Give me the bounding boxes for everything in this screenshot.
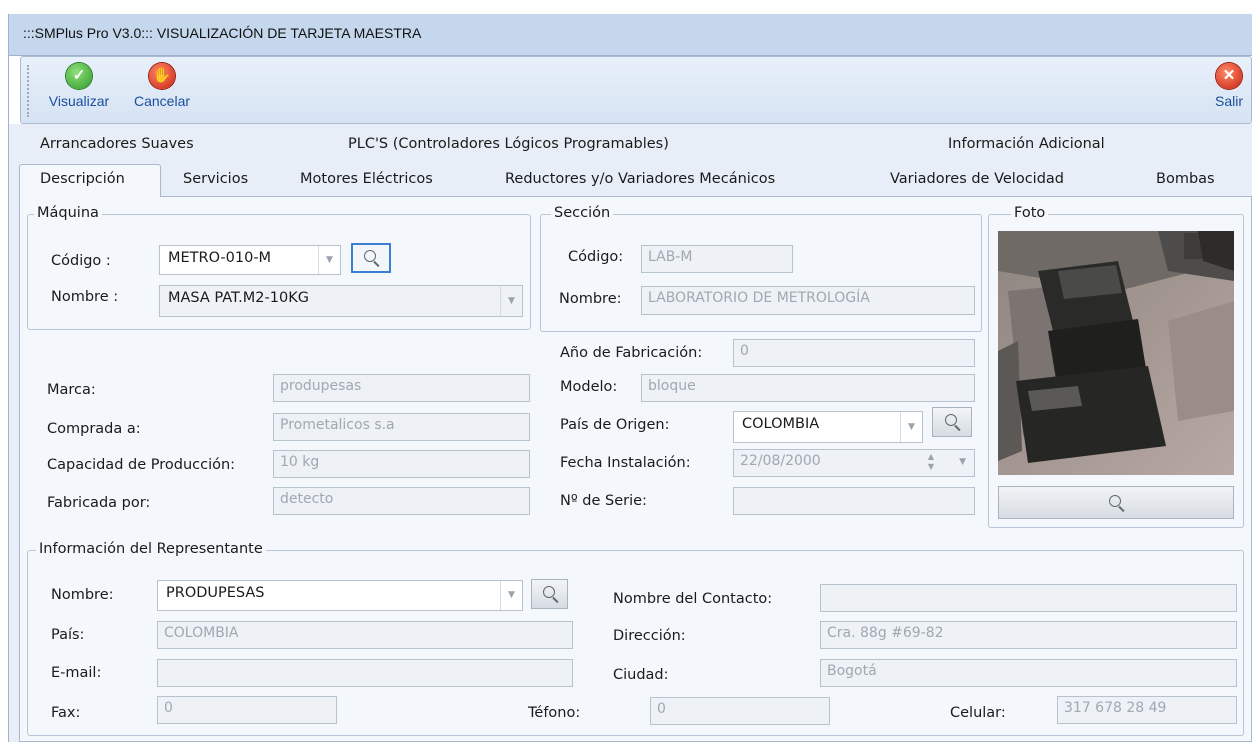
- seccion-group-label: Sección: [551, 205, 614, 221]
- anio-label: Año de Fabricación:: [560, 345, 703, 361]
- rep-email-label: E-mail:: [51, 665, 102, 681]
- chevron-down-icon[interactable]: ▼: [500, 581, 522, 610]
- rep-ciudad-label: Ciudad:: [613, 667, 669, 683]
- foto-search-button[interactable]: [998, 486, 1234, 519]
- tab-arrancadores-suaves[interactable]: Arrancadores Suaves: [40, 136, 194, 152]
- rep-pais-label: País:: [51, 627, 85, 643]
- pais-origen-select[interactable]: COLOMBIA ▼: [733, 411, 923, 443]
- fecha-instalacion-value: 22/08/2000: [740, 453, 821, 469]
- rep-search-button[interactable]: [531, 579, 568, 609]
- serie-label: Nº de Serie:: [560, 493, 647, 509]
- rep-fax-field[interactable]: 0: [157, 696, 337, 724]
- title-bar: :::SMPlus Pro V3.0::: VISUALIZACIÓN DE T…: [9, 14, 1252, 56]
- rep-nombre-value: PRODUPESAS: [166, 585, 265, 601]
- seccion-codigo-label: Código:: [568, 249, 624, 265]
- chevron-down-icon[interactable]: ▼: [318, 246, 340, 274]
- maquina-group-label: Máquina: [34, 205, 102, 221]
- rep-nombre-label: Nombre:: [51, 587, 114, 603]
- app-window: :::SMPlus Pro V3.0::: VISUALIZACIÓN DE T…: [0, 0, 1252, 742]
- fecha-instalacion-field[interactable]: 22/08/2000 ▲ ▼ ▼: [733, 449, 975, 477]
- rep-nombre-select[interactable]: PRODUPESAS ▼: [157, 580, 523, 611]
- marca-field[interactable]: produpesas: [273, 374, 530, 402]
- maquina-codigo-label: Código :: [51, 253, 111, 269]
- salir-label: Salir: [1214, 93, 1243, 109]
- tab-plc[interactable]: PLC'S (Controladores Lógicos Programable…: [348, 136, 669, 152]
- tab-reductores[interactable]: Reductores y/o Variadores Mecánicos: [505, 171, 775, 187]
- modelo-label: Modelo:: [560, 379, 618, 395]
- maquina-nombre-label: Nombre :: [51, 289, 119, 305]
- representante-group-label: Información del Representante: [36, 541, 266, 557]
- comprada-label: Comprada a:: [47, 421, 141, 437]
- machine-photo: [998, 231, 1234, 475]
- visualizar-label: Visualizar: [48, 93, 110, 109]
- chevron-down-icon[interactable]: ▼: [959, 457, 966, 467]
- seccion-nombre-field[interactable]: LABORATORIO DE METROLOGÍA: [641, 286, 975, 315]
- maquina-codigo-select[interactable]: METRO-010-M ▼: [159, 245, 341, 275]
- tab-informacion-adicional[interactable]: Información Adicional: [948, 136, 1105, 152]
- pais-origen-label: País de Origen:: [560, 417, 670, 433]
- photo-image: [998, 231, 1234, 475]
- window-title: :::SMPlus Pro V3.0::: VISUALIZACIÓN DE T…: [23, 25, 422, 41]
- tab-bombas[interactable]: Bombas: [1156, 171, 1215, 187]
- foto-group-label: Foto: [1011, 205, 1049, 221]
- rep-contacto-field[interactable]: [820, 584, 1237, 612]
- checkmark-icon: ✓: [66, 63, 92, 89]
- rep-direccion-label: Dirección:: [613, 628, 686, 644]
- capacidad-label: Capacidad de Producción:: [47, 457, 236, 473]
- rep-celular-field[interactable]: 317 678 28 49: [1057, 696, 1237, 724]
- toolbar-grip[interactable]: [27, 65, 30, 117]
- rep-email-field[interactable]: [157, 659, 573, 687]
- stop-hand-icon: ✋: [149, 63, 175, 89]
- visualizar-button[interactable]: ✓ Visualizar: [39, 63, 119, 109]
- tab-servicios[interactable]: Servicios: [183, 171, 248, 187]
- maquina-codigo-value: METRO-010-M: [168, 250, 272, 266]
- tab-descripcion[interactable]: Descripción: [40, 171, 125, 187]
- fabricada-field[interactable]: detecto: [273, 487, 530, 515]
- modelo-field[interactable]: bloque: [641, 374, 975, 402]
- search-icon: [364, 250, 376, 262]
- pais-origen-value: COLOMBIA: [742, 416, 820, 432]
- rep-pais-field[interactable]: COLOMBIA: [157, 621, 573, 649]
- fecha-instalacion-label: Fecha Instalación:: [560, 455, 691, 471]
- tab-variadores-velocidad[interactable]: Variadores de Velocidad: [890, 171, 1064, 187]
- maquina-nombre-select[interactable]: MASA PAT.M2-10KG ▼: [159, 285, 523, 317]
- chevron-down-icon[interactable]: ▼: [900, 412, 922, 442]
- rep-celular-label: Celular:: [950, 705, 1006, 721]
- seccion-nombre-label: Nombre:: [559, 291, 622, 307]
- search-icon: [542, 586, 555, 598]
- chevron-down-icon[interactable]: ▼: [500, 286, 522, 316]
- rep-telefono-field[interactable]: 0: [650, 697, 830, 725]
- fabricada-label: Fabricada por:: [47, 495, 151, 511]
- marca-label: Marca:: [47, 382, 96, 398]
- maquina-nombre-value: MASA PAT.M2-10KG: [168, 290, 309, 306]
- maquina-search-button[interactable]: [351, 243, 391, 273]
- search-icon: [945, 414, 957, 426]
- anio-field[interactable]: 0: [733, 339, 975, 367]
- close-icon: ✕: [1216, 63, 1242, 89]
- rep-direccion-field[interactable]: Cra. 88g #69-82: [820, 621, 1237, 649]
- toolbar: ✓ Visualizar ✋ Cancelar ✕ Salir: [20, 56, 1252, 124]
- seccion-codigo-field[interactable]: LAB-M: [641, 245, 793, 273]
- comprada-field[interactable]: Prometalicos s.a: [273, 413, 530, 441]
- spinner-icon[interactable]: ▲ ▼: [928, 452, 934, 472]
- search-icon: [1109, 494, 1121, 507]
- cancelar-label: Cancelar: [133, 93, 191, 109]
- serie-field[interactable]: [733, 487, 975, 515]
- rep-contacto-label: Nombre del Contacto:: [613, 591, 773, 607]
- cancelar-button[interactable]: ✋ Cancelar: [123, 63, 201, 109]
- capacidad-field[interactable]: 10 kg: [273, 450, 530, 478]
- tab-motores-electricos[interactable]: Motores Eléctricos: [300, 171, 433, 187]
- pais-origen-search-button[interactable]: [932, 407, 972, 437]
- salir-button[interactable]: ✕ Salir: [1209, 63, 1249, 109]
- rep-ciudad-field[interactable]: Bogotá: [820, 659, 1237, 687]
- rep-fax-label: Fax:: [51, 705, 81, 721]
- rep-telefono-label: Téfono:: [528, 705, 581, 721]
